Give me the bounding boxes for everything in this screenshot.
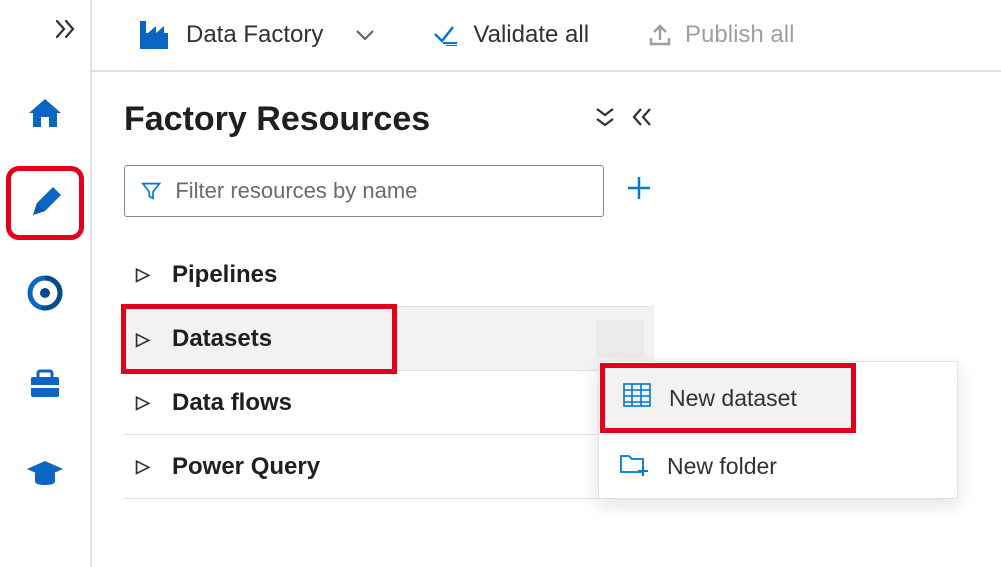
factory-name: Data Factory (186, 21, 323, 49)
tree-label-pipelines: Pipelines (172, 261, 277, 289)
add-resource-button[interactable] (624, 173, 654, 209)
pencil-icon (25, 183, 65, 223)
tree-item-dataflows[interactable]: ▷ Data flows (124, 371, 654, 435)
caret-right-icon: ▷ (136, 329, 154, 350)
tree-item-powerquery[interactable]: ▷ Power Query (124, 435, 654, 499)
factory-icon (136, 17, 172, 53)
expand-all-icon[interactable] (594, 105, 616, 134)
publish-all-label: Publish all (685, 21, 794, 49)
tree-label-powerquery: Power Query (172, 453, 320, 481)
row-actions-button[interactable] (596, 320, 644, 358)
filter-resources-input[interactable] (175, 178, 587, 204)
publish-all-button: Publish all (647, 21, 794, 49)
nav-author[interactable] (15, 175, 75, 231)
nav-learn[interactable] (15, 445, 75, 501)
factory-selector[interactable]: Data Factory (136, 17, 375, 53)
nav-home[interactable] (15, 85, 75, 141)
expand-rail-icon[interactable] (54, 20, 76, 43)
nav-manage[interactable] (15, 355, 75, 411)
left-nav-rail (0, 0, 92, 567)
new-folder-icon (619, 450, 649, 482)
ctx-new-dataset[interactable]: New dataset (603, 366, 853, 430)
panel-title: Factory Resources (124, 100, 580, 139)
top-toolbar: Data Factory Validate all Publish all (92, 0, 1001, 72)
tree-label-dataflows: Data flows (172, 389, 292, 417)
caret-right-icon: ▷ (136, 264, 154, 285)
tree-label-datasets: Datasets (172, 325, 272, 353)
tree-item-pipelines[interactable]: ▷ Pipelines (124, 243, 654, 307)
chevron-down-icon (355, 21, 375, 49)
ctx-new-folder[interactable]: New folder (599, 434, 957, 498)
resource-tree: ▷ Pipelines ▷ Datasets x ▷ Data flows (124, 243, 654, 499)
collapse-panel-icon[interactable] (630, 107, 654, 132)
filter-input-wrapper[interactable] (124, 165, 604, 217)
plus-icon (624, 173, 654, 203)
dataset-grid-icon (623, 383, 651, 413)
filter-icon (141, 180, 161, 202)
caret-right-icon: ▷ (136, 392, 154, 413)
validate-icon (433, 24, 461, 46)
publish-icon (647, 22, 673, 48)
caret-right-icon: ▷ (136, 456, 154, 477)
datasets-context-menu: New dataset New folder (598, 361, 958, 499)
graduation-cap-icon (25, 453, 65, 493)
ctx-new-dataset-label: New dataset (669, 385, 797, 412)
tree-item-datasets[interactable]: ▷ Datasets (124, 307, 394, 371)
ctx-new-folder-label: New folder (667, 453, 777, 480)
home-icon (25, 93, 65, 133)
gauge-icon (25, 273, 65, 313)
validate-all-label: Validate all (473, 21, 589, 49)
toolbox-icon (25, 363, 65, 403)
validate-all-button[interactable]: Validate all (433, 21, 589, 49)
nav-monitor[interactable] (15, 265, 75, 321)
